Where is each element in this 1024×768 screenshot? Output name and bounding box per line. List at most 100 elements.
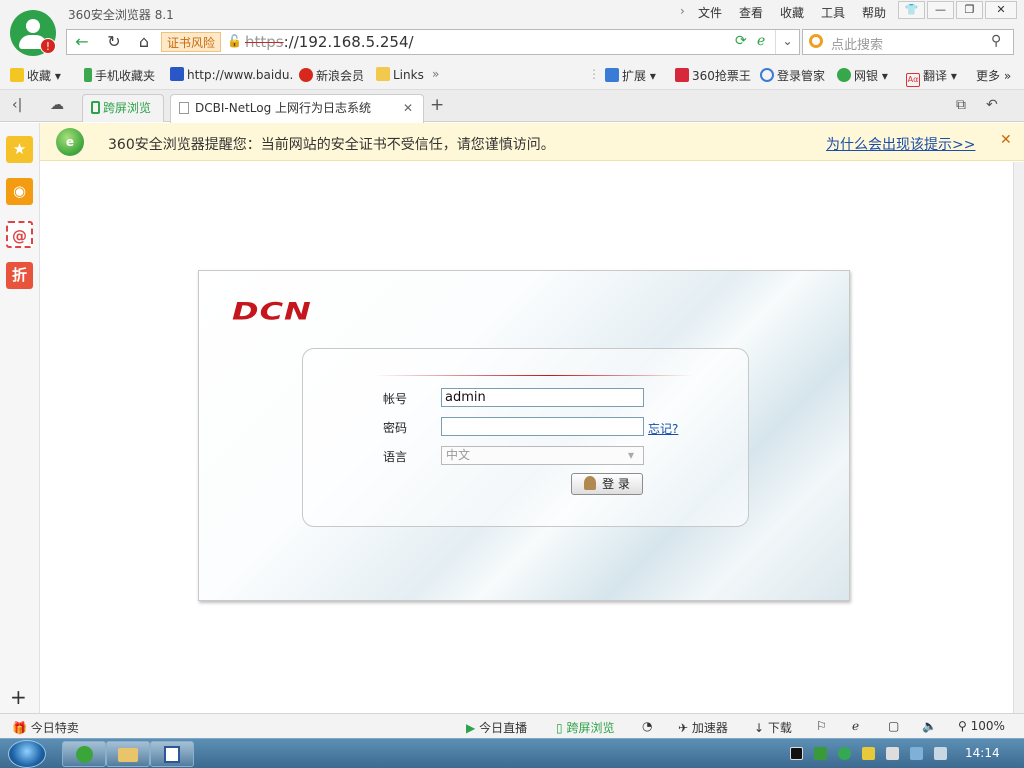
bookmark-baidu[interactable]: http://www.baidu. xyxy=(170,67,293,82)
window-icon[interactable]: ▢ xyxy=(888,719,899,733)
phone-icon xyxy=(91,101,100,114)
tray-network-icon[interactable] xyxy=(910,747,923,760)
toolbar-translate[interactable]: Aα 翻译 ▾ xyxy=(906,67,957,87)
tab-active[interactable]: DCBI-NetLog 上网行为日志系统 ✕ xyxy=(170,94,424,123)
bookmark-links[interactable]: Links xyxy=(376,67,424,82)
notice-help-link[interactable]: 为什么会出现该提示>> xyxy=(826,134,975,154)
account-input[interactable]: admin xyxy=(441,388,644,407)
tray-green-icon[interactable] xyxy=(814,747,827,760)
broken-lock-icon[interactable]: 🔓 xyxy=(227,34,242,48)
status-label: 加速器 xyxy=(691,721,728,735)
status-label: 下载 xyxy=(767,721,792,735)
download-icon: ↓ xyxy=(754,721,765,735)
toolbar-ticket[interactable]: 360抢票王 xyxy=(675,67,751,84)
language-label: 语言 xyxy=(383,450,408,464)
windows-taskbar: 14:14 xyxy=(0,738,1024,768)
speed-icon[interactable]: ◔ xyxy=(642,719,652,733)
flag-icon[interactable]: ⚐ xyxy=(816,719,827,733)
bookmark-sina[interactable]: 新浪会员 xyxy=(299,67,364,84)
bookmark-label: 手机收藏夹 xyxy=(95,69,156,83)
cross-screen-status[interactable]: ▯ 跨屏浏览 xyxy=(556,719,614,736)
minimize-button[interactable]: — xyxy=(927,1,954,19)
toolbar-extensions[interactable]: 扩展 ▾ xyxy=(605,67,656,84)
bookmark-favorites[interactable]: 收藏 ▾ xyxy=(10,67,61,84)
discount-icon[interactable]: 折 xyxy=(6,262,33,289)
search-icon[interactable]: ⚲ xyxy=(991,33,1001,49)
language-select[interactable]: 中文 ▾ xyxy=(441,446,644,465)
new-tab-button[interactable]: + xyxy=(430,95,444,115)
taskbar-browser-icon[interactable] xyxy=(62,741,106,767)
toolbar-label: 网银 xyxy=(854,69,879,83)
menu-view[interactable]: 查看 xyxy=(739,4,763,21)
close-notice-icon[interactable]: ✕ xyxy=(1000,132,1012,148)
menu-favorites[interactable]: 收藏 xyxy=(780,4,804,21)
tab-cross-screen[interactable]: 跨屏浏览 xyxy=(82,94,164,122)
taskbar-explorer-icon[interactable] xyxy=(106,741,150,767)
tab-label: DCBI-NetLog 上网行为日志系统 xyxy=(195,101,372,115)
taskbar-clock[interactable]: 14:14 xyxy=(965,746,1000,760)
accelerator[interactable]: ✈ 加速器 xyxy=(678,719,728,736)
live-stream[interactable]: ▶ 今日直播 xyxy=(466,719,527,736)
restore-tabs-icon[interactable]: ⧉ xyxy=(956,97,966,113)
toolbar-bank[interactable]: 网银 ▾ xyxy=(837,67,888,84)
address-dropdown-icon[interactable]: ⌄ xyxy=(775,30,799,54)
login-button[interactable]: 登 录 xyxy=(571,473,643,495)
home-icon[interactable]: ⌂ xyxy=(129,30,159,54)
cloud-icon[interactable]: ☁ xyxy=(50,97,64,113)
undo-close-icon[interactable]: ↶ xyxy=(986,97,998,113)
tray-film-icon[interactable] xyxy=(790,747,803,760)
ie-icon[interactable]: ℯ xyxy=(852,719,859,733)
mail-icon[interactable]: @ xyxy=(6,221,33,248)
star-icon xyxy=(10,68,24,82)
bookmarks-more-icon[interactable]: » xyxy=(432,67,439,81)
key-icon xyxy=(760,68,774,82)
skin-icon[interactable]: 👕 xyxy=(898,1,925,19)
compat-mode-icon[interactable]: ℯ xyxy=(757,33,765,49)
tray-shield-icon[interactable] xyxy=(838,747,851,760)
password-input[interactable] xyxy=(441,417,644,436)
speed-mode-icon[interactable]: ⟳ xyxy=(735,33,747,49)
vertical-scrollbar[interactable] xyxy=(1013,162,1024,713)
toolbar-more[interactable]: 更多 » xyxy=(976,67,1011,84)
search-engine-icon[interactable] xyxy=(809,34,823,48)
menu-tools[interactable]: 工具 xyxy=(821,4,845,21)
refresh-icon[interactable]: ↻ xyxy=(99,30,129,54)
menu-file[interactable]: 文件 xyxy=(698,4,722,21)
menu-help[interactable]: 帮助 xyxy=(862,4,886,21)
search-input[interactable]: 点此搜索 xyxy=(831,34,883,53)
zoom-control[interactable]: ⚲ 100% xyxy=(958,719,1005,733)
tray-security-icon[interactable] xyxy=(862,747,875,760)
forgot-password-link[interactable]: 忘记? xyxy=(648,420,678,437)
menu-chevron-icon[interactable]: › xyxy=(680,4,685,18)
close-window-button[interactable]: ✕ xyxy=(985,1,1017,19)
taskbar-word-icon[interactable] xyxy=(150,741,194,767)
weibo-icon[interactable]: ◉ xyxy=(6,178,33,205)
bar-divider: ⋮ xyxy=(588,67,600,81)
tab-label: 跨屏浏览 xyxy=(103,101,152,115)
cert-risk-badge[interactable]: 证书风险 xyxy=(161,32,221,52)
downloads[interactable]: ↓ 下载 xyxy=(754,719,792,736)
start-button[interactable] xyxy=(8,740,46,768)
browser-logo-icon[interactable]: ! xyxy=(10,10,56,56)
bookmark-label: http://www.baidu. xyxy=(187,68,294,82)
zoom-icon: ⚲ xyxy=(958,719,967,733)
url-input[interactable]: https://192.168.5.254/ xyxy=(245,32,414,52)
bookmark-label: 新浪会员 xyxy=(316,69,365,83)
account-label: 帐号 xyxy=(383,392,408,406)
toolbar-label: 扩展 xyxy=(622,69,647,83)
volume-icon[interactable]: 🔈 xyxy=(922,719,937,733)
back-icon[interactable]: ← xyxy=(67,30,97,54)
toolbar-label: 360抢票王 xyxy=(692,69,751,83)
tray-device-icon[interactable] xyxy=(886,747,899,760)
add-sidebar-icon[interactable]: + xyxy=(10,685,27,709)
toolbar-login-manager[interactable]: 登录管家 xyxy=(760,67,825,84)
restore-button[interactable]: ❐ xyxy=(956,1,983,19)
favorites-star-icon[interactable]: ★ xyxy=(6,136,33,163)
bookmark-label: Links xyxy=(393,68,424,82)
daily-deals[interactable]: 🎁 今日特卖 xyxy=(12,719,79,736)
bookmark-mobile[interactable]: 手机收藏夹 xyxy=(84,67,155,84)
close-tab-icon[interactable]: ✕ xyxy=(403,95,413,121)
tray-volume-icon[interactable] xyxy=(934,747,947,760)
tab-list-icon[interactable]: ‹| xyxy=(12,97,22,113)
play-icon: ▶ xyxy=(466,721,476,735)
